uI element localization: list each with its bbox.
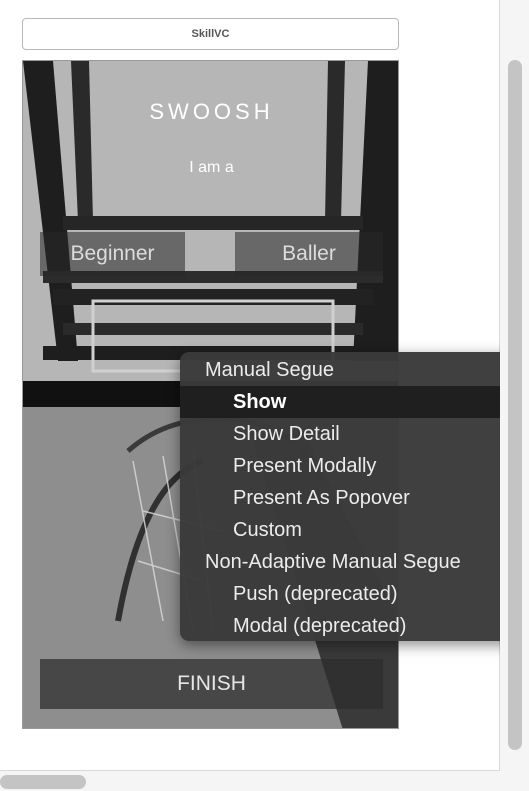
menu-item-custom[interactable]: Custom <box>180 514 529 546</box>
i-am-a-label: I am a <box>189 159 234 176</box>
menu-header-non-adaptive: Non-Adaptive Manual Segue <box>205 551 461 573</box>
beginner-button[interactable]: Beginner <box>40 232 185 276</box>
segue-context-menu: Manual Segue Show Show Detail Present Mo… <box>180 352 529 641</box>
menu-item-present-as-popover[interactable]: Present As Popover <box>180 482 529 514</box>
horizontal-scrollbar-thumb[interactable] <box>0 775 86 789</box>
baller-button[interactable]: Baller <box>235 232 383 276</box>
menu-header-manual-segue: Manual Segue <box>205 359 334 381</box>
vertical-scrollbar-thumb[interactable] <box>508 60 522 750</box>
menu-item-push-deprecated[interactable]: Push (deprecated) <box>180 578 529 610</box>
swoosh-logo: SWOOSH <box>149 99 274 124</box>
menu-item-modal-deprecated[interactable]: Modal (deprecated) <box>180 610 529 642</box>
scene-title-bar[interactable]: SkillVC <box>22 18 399 50</box>
finish-button[interactable]: FINISH <box>40 659 383 709</box>
menu-item-show-detail[interactable]: Show Detail <box>180 418 529 450</box>
menu-item-present-modally[interactable]: Present Modally <box>180 450 529 482</box>
scene-title-label: SkillVC <box>191 28 230 40</box>
menu-item-show[interactable]: Show <box>180 386 529 418</box>
